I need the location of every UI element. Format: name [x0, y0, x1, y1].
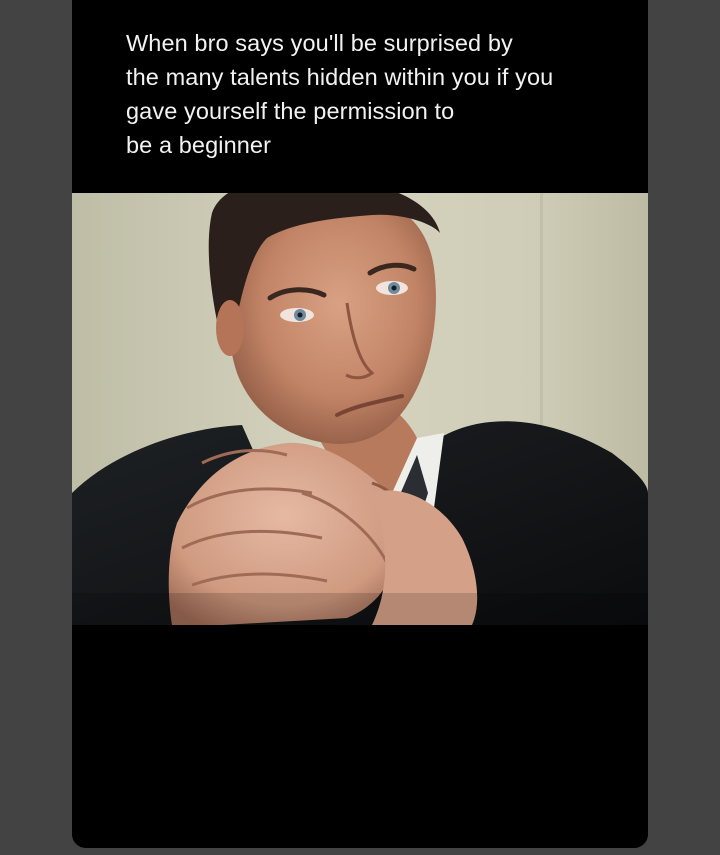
post-media[interactable] [72, 193, 648, 625]
post-card: When bro says you'll be surprised by the… [72, 0, 648, 848]
post-bottom-area [72, 625, 648, 848]
ear [216, 300, 244, 356]
man-in-suit-image [72, 193, 648, 625]
app-root: When bro says you'll be surprised by the… [0, 0, 720, 855]
post-caption: When bro says you'll be surprised by the… [126, 30, 554, 158]
